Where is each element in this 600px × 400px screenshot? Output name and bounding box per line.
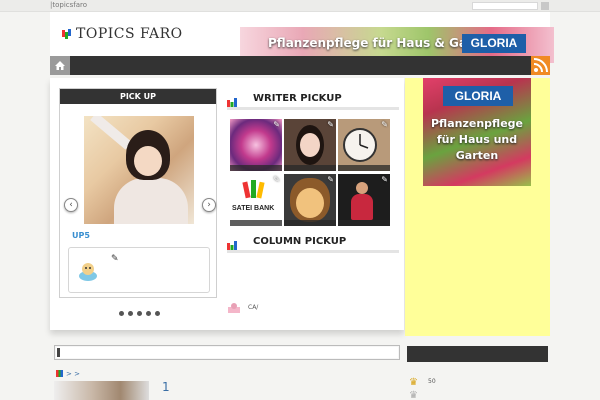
- pen-icon: ✎: [273, 175, 280, 184]
- rss-icon[interactable]: [531, 56, 550, 75]
- banner-brand-logo: GLORIA: [462, 34, 526, 53]
- writer-pickup-title: WRITER PICKUP: [253, 93, 342, 104]
- sidebar-ad-text: Pflanzenpflege für Haus und Garten: [431, 117, 523, 162]
- pen-icon: ✎: [327, 120, 334, 129]
- search-button[interactable]: [541, 2, 549, 10]
- pen-icon: ✎: [273, 120, 280, 129]
- pagination-dot[interactable]: [137, 311, 142, 316]
- carousel-next-button[interactable]: ›: [202, 198, 216, 212]
- section-logo-icon: [56, 370, 63, 377]
- home-icon[interactable]: [50, 56, 70, 75]
- writer-tile-woman-portrait[interactable]: ✎: [284, 119, 336, 171]
- pickup-writer-card[interactable]: ✎: [68, 247, 210, 293]
- writer-grid: ✎ ✎ ✎ SATEI BANK ✎ ✎ ✎: [230, 119, 392, 226]
- sidebar-ad-brand-logo: GLORIA: [443, 86, 513, 106]
- list-number: 1: [162, 380, 170, 394]
- site-name-link[interactable]: |topicsfaro: [50, 1, 87, 9]
- pickup-carousel: PICK UP ‹ › UP5 ✎: [59, 88, 217, 298]
- breadcrumb[interactable]: > >: [56, 370, 80, 378]
- logo-text: TOPICS FARO: [76, 26, 183, 42]
- section-logo-icon: [227, 93, 237, 107]
- section-logo-icon: [227, 236, 237, 250]
- writer-tile-kaleidoscope[interactable]: ✎: [230, 119, 282, 171]
- column-item-text[interactable]: CA/: [248, 304, 258, 311]
- pagination-dot[interactable]: [146, 311, 151, 316]
- pagination-dot[interactable]: [128, 311, 133, 316]
- crown-silver-icon: ♛: [409, 390, 418, 400]
- ranking-count: 50: [428, 378, 436, 385]
- writer-tile-satei-bank[interactable]: SATEI BANK ✎: [230, 174, 282, 226]
- main-panel: PICK UP ‹ › UP5 ✎ WRITER PICKUP ✎ ✎ ✎ SA…: [50, 78, 404, 330]
- sidebar: GLORIA Pflanzenpflege für Haus und Garte…: [405, 78, 550, 336]
- pen-icon: ✎: [381, 175, 388, 184]
- writer-tile-clock[interactable]: ✎: [338, 119, 390, 171]
- site-logo[interactable]: TOPICS FARO: [62, 26, 183, 42]
- pickup-photo[interactable]: [84, 116, 194, 224]
- main-nav: [50, 56, 550, 75]
- pickup-label[interactable]: UP5: [72, 231, 90, 240]
- pen-icon: ✎: [111, 254, 119, 264]
- logo-mark-icon: [62, 29, 72, 39]
- column-pickup-header: COLUMN PICKUP: [227, 233, 399, 253]
- article-thumbnail[interactable]: [54, 381, 149, 400]
- column-pickup-title: COLUMN PICKUP: [253, 236, 347, 247]
- pen-icon: ✎: [381, 120, 388, 129]
- pagination-dot[interactable]: [155, 311, 160, 316]
- site-header: TOPICS FARO Pflanzenpflege für Haus & Ga…: [50, 12, 554, 63]
- writer-pickup-header: WRITER PICKUP: [227, 90, 399, 110]
- writer-tile-illustrated-face[interactable]: ✎: [284, 174, 336, 226]
- top-bar: |topicsfaro: [0, 0, 600, 12]
- sidebar-ad-banner[interactable]: GLORIA Pflanzenpflege für Haus und Garte…: [423, 78, 531, 186]
- carousel-prev-button[interactable]: ‹: [64, 198, 78, 212]
- pen-icon: ✎: [327, 175, 334, 184]
- carousel-pagination: [119, 311, 160, 316]
- pagination-dot[interactable]: [119, 311, 124, 316]
- search-input[interactable]: [472, 2, 538, 10]
- writer-avatar-icon: [77, 260, 99, 282]
- pickup-title: PICK UP: [60, 89, 216, 104]
- content-section-header: [54, 345, 400, 360]
- column-author-avatar-icon[interactable]: [227, 300, 241, 314]
- satei-bank-text: SATEI BANK: [232, 205, 275, 212]
- sidebar-section-header: [407, 346, 548, 362]
- crown-gold-icon: ♛: [409, 377, 418, 388]
- writer-tile-performer[interactable]: ✎: [338, 174, 390, 226]
